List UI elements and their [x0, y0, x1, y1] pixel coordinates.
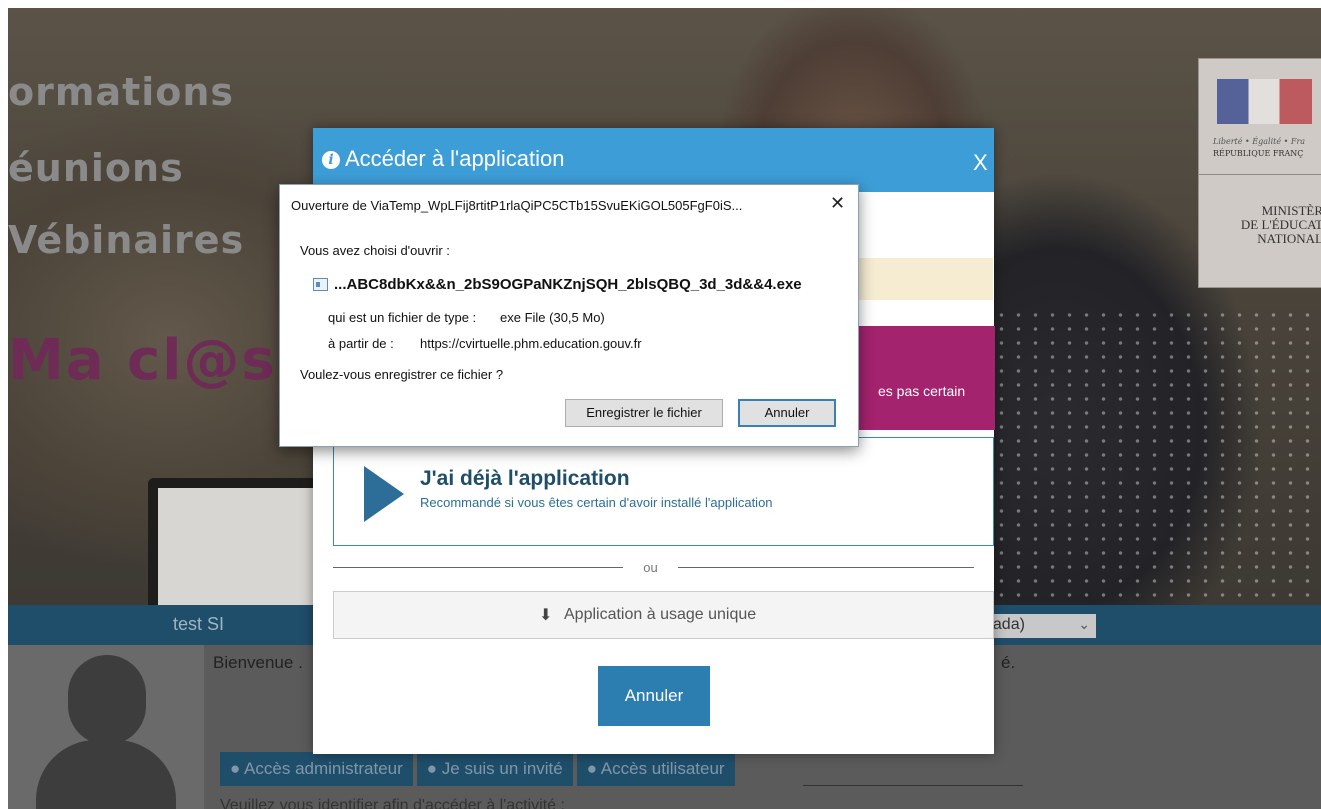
play-icon	[364, 466, 404, 522]
already-have-app-button[interactable]: J'ai déjà l'application Recommandé si vo…	[333, 437, 994, 546]
chevron-down-icon: ⌄	[1078, 616, 1090, 632]
modal-header: i Accéder à l'application X	[313, 128, 994, 192]
already-have-app-subtitle: Recommandé si vous êtes certain d'avoir …	[420, 495, 773, 510]
logo-motto: Liberté • Égalité • Fra	[1213, 137, 1306, 146]
save-question: Voulez-vous enregistrer ce fichier ?	[300, 367, 504, 382]
install-app-subtitle: es pas certain	[878, 383, 966, 399]
bg-word-formations: ormations	[8, 70, 235, 114]
access-tabs: ● Accès administrateur ● Je suis un invi…	[220, 752, 735, 786]
timezone-select[interactable]: nada) ⌄	[978, 614, 1096, 638]
download-arrow-icon: ⬇	[539, 607, 553, 624]
logo-republic: RÉPUBLIQUE FRANÇ	[1213, 149, 1304, 158]
single-use-app-label: Application à usage unique	[564, 606, 757, 623]
avatar-head	[68, 655, 146, 745]
chose-to-open-text: Vous avez choisi d'ouvrir :	[300, 243, 450, 258]
download-cancel-button[interactable]: Annuler	[738, 399, 836, 427]
bg-word-webinaires: Vébinaires	[8, 218, 245, 262]
welcome-text-end: é.	[1001, 653, 1016, 672]
logo-divider	[1199, 174, 1321, 175]
exe-file-icon	[313, 278, 328, 291]
ministry-logo: Liberté • Égalité • Fra RÉPUBLIQUE FRANÇ…	[1198, 58, 1321, 288]
save-file-button[interactable]: Enregistrer le fichier	[565, 399, 723, 427]
file-source-label: à partir de :	[328, 336, 394, 351]
download-filename: ...ABC8dbKx&&n_2bS9OGPaNKZnjSQH_2blsQBQ_…	[334, 276, 802, 293]
welcome-text: Bienvenue .	[213, 653, 303, 672]
info-icon: i	[322, 151, 340, 169]
or-separator: ou	[643, 560, 658, 575]
already-have-app-title: J'ai déjà l'application	[420, 467, 630, 490]
modal-close-button[interactable]: X	[973, 150, 988, 176]
marianne-icon	[1217, 79, 1312, 124]
brand-logo-text: Ma cl@s	[8, 328, 277, 393]
session-user-name: test SI	[173, 614, 225, 634]
bg-word-reunions: éunions	[8, 146, 184, 190]
divider-left	[333, 567, 623, 568]
download-dialog: Ouverture de ViaTemp_WpLFij8rtitP1rlaQiP…	[279, 184, 859, 447]
tabs-underline	[803, 785, 1023, 786]
file-source-value: https://cvirtuelle.phm.education.gouv.fr	[420, 336, 642, 351]
login-instruction: Veuillez vous identifier afin d'accéder …	[220, 797, 565, 809]
tab-user-access[interactable]: ● Accès utilisateur	[576, 752, 735, 786]
logo-ministry: MINISTÈR DE L'ÉDUCAT NATIONAL	[1240, 203, 1321, 246]
avatar-body	[36, 740, 176, 809]
tab-admin-access[interactable]: ● Accès administrateur	[220, 752, 413, 786]
modal-title: Accéder à l'application	[345, 146, 565, 171]
file-type-label: qui est un fichier de type :	[328, 310, 477, 325]
tab-guest-access[interactable]: ● Je suis un invité	[416, 752, 573, 786]
file-type-value: exe File (30,5 Mo)	[500, 310, 605, 325]
download-dialog-close-button[interactable]: ✕	[830, 193, 845, 214]
divider-right	[678, 567, 974, 568]
single-use-app-button[interactable]: ⬇ Application à usage unique	[333, 591, 994, 639]
modal-cancel-button[interactable]: Annuler	[598, 666, 710, 726]
avatar	[8, 645, 204, 809]
download-dialog-title: Ouverture de ViaTemp_WpLFij8rtitP1rlaQiP…	[291, 198, 743, 213]
